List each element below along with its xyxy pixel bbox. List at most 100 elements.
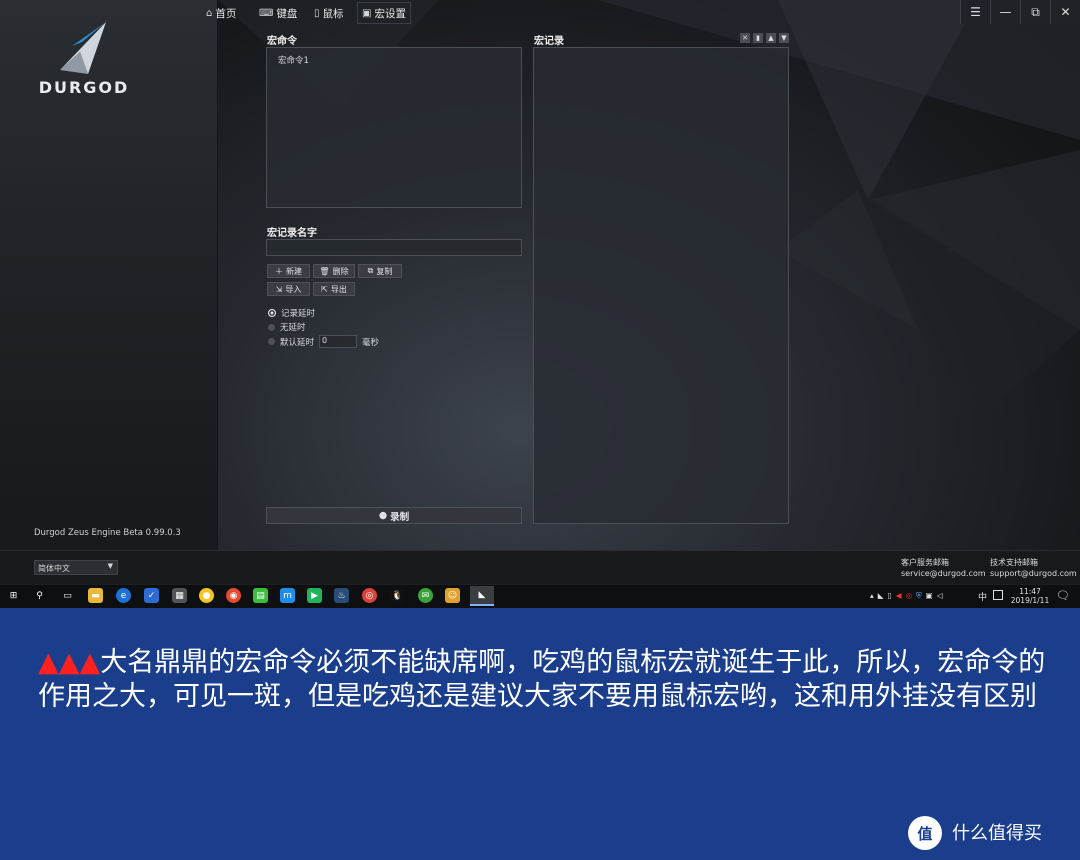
arrow-up-icon: ▲ bbox=[768, 34, 774, 42]
macro-section-title: 宏命令 bbox=[267, 36, 297, 47]
system-tray-icons[interactable]: ▴◣▯◀◎⛨▣◁ bbox=[870, 591, 947, 601]
menu-icon: ☰ bbox=[970, 5, 981, 19]
durgod-taskbar-icon[interactable]: ◣ bbox=[470, 586, 494, 606]
tech-support-label: 技术支持邮箱 bbox=[990, 558, 1038, 567]
customer-service-email[interactable]: service@durgod.com bbox=[901, 568, 986, 579]
nav-home-label: 首页 bbox=[215, 7, 237, 20]
move-up-button[interactable]: ▲ bbox=[766, 33, 776, 43]
nav-home[interactable]: ⌂ 首页 bbox=[202, 2, 240, 24]
keyboard-icon: ⌨ bbox=[259, 7, 274, 19]
tech-support-contact: 技术支持邮箱 support@durgod.com bbox=[990, 557, 1077, 579]
app-red-circle-icon[interactable]: ◉ bbox=[226, 588, 241, 603]
iqiyi-icon[interactable]: ▤ bbox=[253, 588, 268, 603]
macro-list-item[interactable]: 宏命令1 bbox=[278, 54, 309, 66]
chrome-icon[interactable]: ◎ bbox=[362, 588, 377, 603]
radio-icon bbox=[268, 338, 275, 345]
tray-red-icon: ◀ bbox=[895, 591, 906, 600]
macro-icon: ▣ bbox=[362, 7, 372, 19]
qq-icon[interactable]: 🐧 bbox=[390, 588, 405, 603]
trash-icon: ▮ bbox=[756, 34, 760, 42]
app-cat-icon[interactable]: ☺ bbox=[445, 588, 460, 603]
menu-button[interactable]: ☰ bbox=[960, 0, 990, 24]
search-icon[interactable]: ⚲ bbox=[32, 588, 47, 603]
export-button-label: 导出 bbox=[330, 284, 347, 294]
ime-mode-icon[interactable] bbox=[993, 590, 1003, 600]
nav-macro-label: 宏设置 bbox=[374, 7, 406, 20]
copy-button-label: 复制 bbox=[376, 266, 393, 276]
export-button[interactable]: ⇱ 导出 bbox=[313, 282, 355, 296]
caption-text: 大名鼎鼎的宏命令必须不能缺席啊，吃鸡的鼠标宏就诞生于此，所以，宏命令的作用之大，… bbox=[38, 647, 1046, 712]
record-button[interactable]: ● 录制 bbox=[266, 507, 522, 524]
move-down-button[interactable]: ▼ bbox=[779, 33, 789, 43]
close-icon: ✕ bbox=[742, 34, 748, 42]
steam-icon[interactable]: ♨ bbox=[334, 588, 349, 603]
copy-button[interactable]: ⧉ 复制 bbox=[358, 264, 402, 278]
record-delay-label: 记录延时 bbox=[281, 309, 316, 319]
clock[interactable]: 11:47 2019/1/11 bbox=[1010, 587, 1050, 605]
calculator-icon[interactable]: ▦ bbox=[172, 588, 187, 603]
nav-macro[interactable]: ▣ 宏设置 bbox=[357, 2, 411, 24]
tray-durgod-icon: ◣ bbox=[877, 591, 888, 600]
network-icon: ▣ bbox=[925, 591, 937, 600]
tech-support-email[interactable]: support@durgod.com bbox=[990, 568, 1077, 579]
notification-icon[interactable]: 🗨 bbox=[1056, 589, 1070, 602]
nav-mouse-label: 鼠标 bbox=[322, 7, 344, 20]
smzdm-logo-icon: 值 bbox=[908, 816, 942, 850]
home-icon: ⌂ bbox=[206, 7, 213, 19]
restore-icon: ⧉ bbox=[1031, 4, 1040, 19]
task-view-icon[interactable]: ▭ bbox=[60, 588, 75, 603]
close-button[interactable]: ✕ bbox=[1050, 0, 1080, 24]
record-delay-option[interactable]: 记录延时 bbox=[268, 307, 315, 319]
clear-record-button[interactable]: ✕ bbox=[740, 33, 750, 43]
record-button-label: 录制 bbox=[390, 511, 410, 523]
default-delay-input[interactable]: 0 bbox=[319, 335, 358, 348]
delete-record-button[interactable]: ▮ bbox=[753, 33, 763, 43]
tray-weibo-icon: ◎ bbox=[905, 591, 917, 600]
restore-button[interactable]: ⧉ bbox=[1020, 0, 1050, 24]
version-label: Durgod Zeus Engine Beta 0.99.0.3 bbox=[34, 528, 181, 538]
radio-icon bbox=[268, 323, 275, 331]
no-delay-label: 无延时 bbox=[280, 323, 306, 333]
import-button[interactable]: ⇲ 导入 bbox=[267, 282, 310, 296]
store-icon[interactable]: ✓ bbox=[144, 588, 159, 603]
usb-icon: ▯ bbox=[887, 591, 896, 600]
macro-name-input[interactable] bbox=[266, 239, 522, 256]
nav-keyboard[interactable]: ⌨ 键盘 bbox=[255, 2, 301, 24]
language-select[interactable]: 简体中文 ▼ bbox=[34, 560, 118, 575]
default-delay-label: 默认延时 bbox=[280, 337, 315, 348]
start-windows-icon[interactable]: ⊞ bbox=[6, 588, 21, 603]
record-list[interactable] bbox=[533, 47, 789, 524]
volume-icon: ◁ bbox=[936, 591, 947, 600]
shield-icon: ⛨ bbox=[916, 591, 926, 600]
minimize-button[interactable]: — bbox=[990, 0, 1020, 24]
watermark-text: 什么值得买 bbox=[952, 823, 1042, 844]
ime-indicator[interactable]: 中 bbox=[978, 590, 987, 603]
chevron-down-icon: ▼ bbox=[107, 562, 113, 570]
no-delay-option[interactable]: 无延时 bbox=[268, 321, 306, 333]
copy-icon: ⧉ bbox=[367, 266, 374, 275]
wechat-icon[interactable]: ✉ bbox=[418, 588, 433, 603]
customer-service-contact: 客户服务邮箱 service@durgod.com bbox=[901, 557, 986, 579]
macro-list[interactable]: 宏命令1 bbox=[266, 47, 522, 208]
file-explorer-icon[interactable]: ▬ bbox=[88, 588, 103, 603]
nav-mouse[interactable]: ▯ 鼠标 bbox=[310, 2, 348, 24]
red-triangles-icon: ▲▲▲ bbox=[38, 647, 101, 678]
language-value: 简体中文 bbox=[38, 564, 70, 573]
app-blue-icon[interactable]: m bbox=[280, 588, 295, 603]
tray-app-icon: ▴ bbox=[870, 591, 878, 600]
record-section-title: 宏记录 bbox=[534, 36, 564, 47]
nav-keyboard-label: 键盘 bbox=[276, 7, 298, 20]
close-icon: ✕ bbox=[1060, 5, 1071, 19]
macro-name-title: 宏记录名字 bbox=[267, 228, 317, 239]
arrow-down-icon: ▼ bbox=[781, 34, 787, 42]
export-icon: ⇱ bbox=[321, 284, 328, 294]
clock-date: 2019/1/11 bbox=[1010, 596, 1050, 605]
new-button[interactable]: ＋ 新建 bbox=[267, 264, 310, 278]
browser-icon[interactable]: e bbox=[116, 588, 131, 603]
video-player-icon[interactable]: ▶ bbox=[307, 588, 322, 603]
app-yellow-icon[interactable]: ● bbox=[199, 588, 214, 603]
delete-button[interactable]: 🗑 删除 bbox=[313, 264, 355, 278]
delay-unit-label: 毫秒 bbox=[362, 337, 380, 348]
default-delay-option[interactable]: 默认延时 0 毫秒 bbox=[268, 335, 379, 348]
brand-name: DURGOD bbox=[38, 78, 130, 97]
